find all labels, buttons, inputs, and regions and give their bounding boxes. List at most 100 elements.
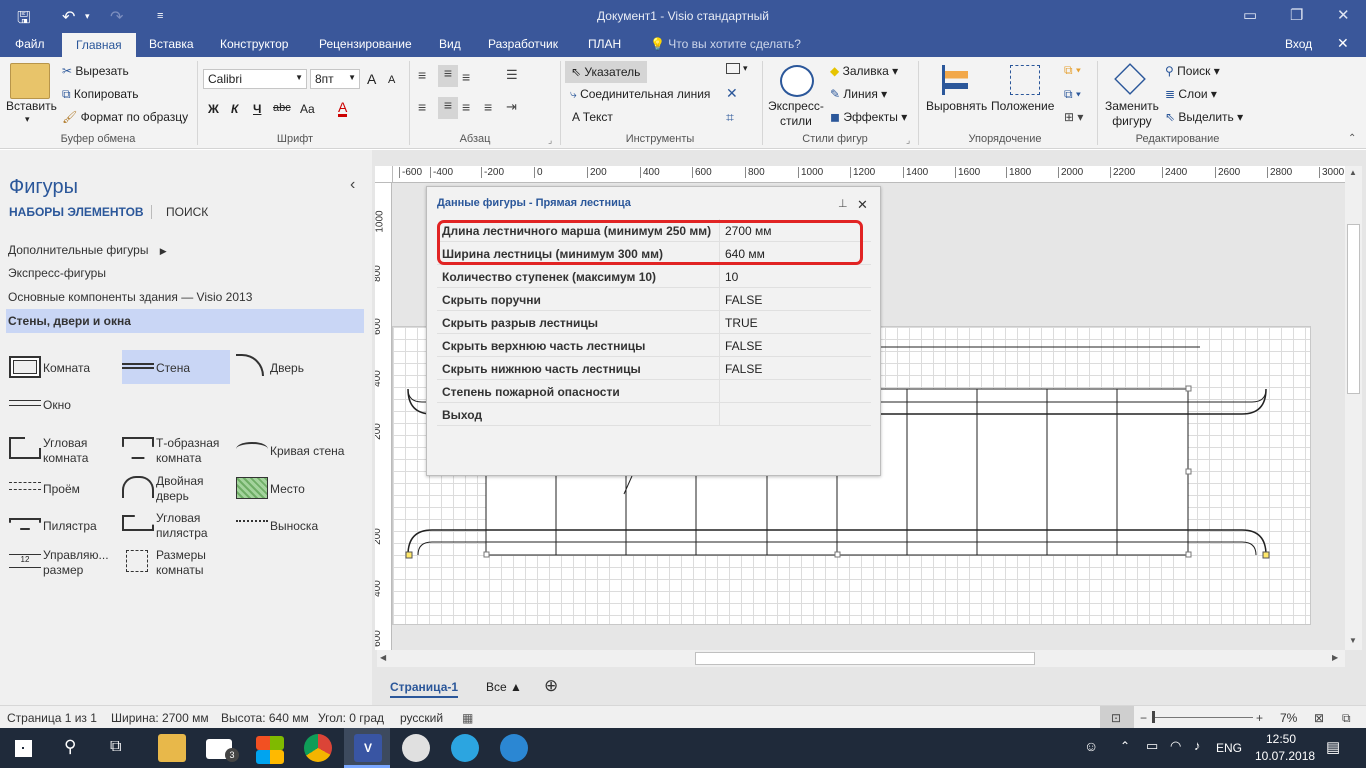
tab-view[interactable]: Вид: [439, 37, 461, 51]
connection-point-icon[interactable]: ✕: [726, 85, 738, 102]
shape-data-row[interactable]: Выход: [437, 403, 871, 426]
find-button[interactable]: ⚲ Поиск ▾: [1165, 64, 1220, 78]
status-page[interactable]: Страница 1 из 1: [7, 711, 97, 725]
shape-data-row[interactable]: Скрыть поручни FALSE: [437, 288, 871, 311]
shape-data-row[interactable]: Степень пожарной опасности: [437, 380, 871, 403]
status-language[interactable]: русский: [400, 711, 443, 725]
room-dimensions-icon[interactable]: [126, 550, 148, 572]
close-window-button[interactable]: ✕: [1337, 6, 1350, 24]
store-icon[interactable]: [256, 736, 284, 750]
shape-data-value[interactable]: TRUE: [725, 316, 758, 330]
tab-search[interactable]: ПОИСК: [166, 205, 208, 219]
justify-icon[interactable]: ≡: [484, 99, 492, 115]
shape-data-value[interactable]: 10: [725, 270, 738, 284]
master-room[interactable]: Комната: [43, 361, 90, 376]
callout-icon[interactable]: [236, 520, 268, 528]
bring-forward-icon[interactable]: ⧉ ▾: [1064, 63, 1081, 78]
rectangle-icon[interactable]: [726, 63, 740, 74]
scroll-up-icon[interactable]: ▲: [1349, 168, 1357, 177]
wifi-icon[interactable]: ◠: [1170, 738, 1181, 754]
tell-me-box[interactable]: 💡 Что вы хотите сделать?: [650, 37, 801, 51]
master-space[interactable]: Место: [270, 482, 305, 497]
corner-pilaster-icon[interactable]: [122, 515, 154, 531]
change-shape-icon[interactable]: [1114, 63, 1146, 95]
font-size-select[interactable]: 8пт ▼: [310, 69, 360, 89]
dimension-icon[interactable]: 12: [9, 554, 41, 568]
align-top-icon[interactable]: ≡: [418, 67, 426, 83]
master-double-door[interactable]: Двойная дверь: [156, 474, 204, 504]
send-backward-icon[interactable]: ⧉ ▾: [1064, 87, 1081, 102]
shape-data-value[interactable]: FALSE: [725, 339, 762, 353]
clock-date[interactable]: 10.07.2018: [1255, 749, 1315, 763]
tray-chevron-up-icon[interactable]: ⌃: [1120, 739, 1130, 753]
stencil-walls-doors-windows[interactable]: Стены, двери и окна: [6, 309, 364, 333]
text-tool-button[interactable]: A Текст: [572, 110, 613, 124]
dialog-launcher-icon[interactable]: ⌟: [548, 135, 552, 146]
tab-stencil-sets[interactable]: НАБОРЫ ЭЛЕМЕНТОВ: [9, 205, 144, 219]
line-button[interactable]: ✎ Линия ▾: [830, 87, 887, 101]
select-button[interactable]: ⇖ Выделить ▾: [1165, 110, 1243, 124]
shape-data-row[interactable]: Скрыть нижнюю часть лестницы FALSE: [437, 357, 871, 380]
zoom-slider-thumb[interactable]: [1152, 711, 1155, 723]
bullets-icon[interactable]: ☰: [506, 67, 518, 83]
volume-icon[interactable]: ♪: [1194, 738, 1201, 753]
file-explorer-icon[interactable]: [158, 734, 186, 762]
tab-design[interactable]: Конструктор: [220, 37, 288, 51]
layers-button[interactable]: ≣ Слои ▾: [1165, 87, 1217, 101]
shape-data-row[interactable]: Скрыть верхнюю часть лестницы FALSE: [437, 334, 871, 357]
wall-icon[interactable]: [122, 363, 154, 369]
stencil-more-shapes[interactable]: Дополнительные фигуры ▶: [8, 243, 167, 257]
master-callout[interactable]: Выноска: [270, 519, 318, 534]
master-l-room[interactable]: Угловая комната: [43, 436, 88, 466]
zoom-level[interactable]: 7%: [1280, 711, 1297, 725]
notifications-icon[interactable]: ▤: [1326, 738, 1340, 756]
curved-wall-icon[interactable]: [236, 442, 268, 456]
task-view-icon[interactable]: ⧉: [110, 738, 121, 756]
space-icon[interactable]: [236, 477, 268, 499]
paste-dropdown-icon[interactable]: ▾: [25, 114, 30, 125]
tab-plan[interactable]: ПЛАН: [588, 37, 621, 51]
position-button[interactable]: Положение: [991, 99, 1054, 113]
indent-icon[interactable]: ⇥: [506, 99, 517, 115]
tab-page-1[interactable]: Страница-1: [390, 680, 459, 698]
position-icon[interactable]: [1010, 65, 1040, 95]
underline-button[interactable]: Ч: [253, 102, 261, 116]
chrome-icon[interactable]: [304, 734, 332, 762]
change-case-button[interactable]: Aa: [300, 102, 315, 116]
fit-page-icon[interactable]: ⊠: [1314, 711, 1324, 725]
scroll-down-icon[interactable]: ▼: [1349, 636, 1357, 645]
master-t-room[interactable]: Т-образная комната: [156, 436, 219, 466]
horizontal-scroll-thumb[interactable]: [695, 652, 1035, 665]
paste-button[interactable]: Вставить: [6, 99, 57, 113]
copy-button[interactable]: ⧉ Копировать: [62, 87, 139, 102]
quick-styles-icon[interactable]: [780, 65, 814, 97]
shape-data-value[interactable]: FALSE: [725, 362, 762, 376]
format-painter-button[interactable]: 🖌 Формат по образцу: [62, 110, 188, 124]
language-indicator[interactable]: ENG: [1216, 741, 1242, 755]
all-pages-button[interactable]: Все ▲: [486, 680, 522, 694]
tab-insert[interactable]: Вставка: [149, 37, 194, 51]
macro-record-icon[interactable]: ▦: [462, 711, 473, 725]
master-room-dimensions[interactable]: Размеры комнаты: [156, 548, 206, 578]
l-room-icon[interactable]: [9, 437, 41, 459]
room-icon[interactable]: [9, 356, 41, 378]
crop-tool-icon[interactable]: ⌗: [726, 109, 734, 126]
paste-icon[interactable]: [10, 63, 50, 99]
master-controller-dimension[interactable]: Управляю... размер: [43, 548, 109, 578]
align-bottom-icon[interactable]: ≡: [462, 69, 470, 85]
vertical-scrollbar[interactable]: ▲ ▼: [1345, 166, 1362, 650]
align-right-icon[interactable]: ≡: [462, 99, 470, 115]
font-color-button[interactable]: A: [338, 100, 348, 117]
clock-time[interactable]: 12:50: [1266, 732, 1296, 746]
font-name-select[interactable]: Calibri ▼: [203, 69, 307, 89]
switch-windows-icon[interactable]: ⧉: [1342, 711, 1351, 726]
battery-icon[interactable]: ▭: [1146, 738, 1158, 754]
align-left-icon[interactable]: ≡: [418, 99, 426, 115]
master-wall[interactable]: Стена: [156, 361, 190, 376]
align-middle-icon[interactable]: ≡: [438, 65, 458, 87]
effects-button[interactable]: ◼ Эффекты ▾: [830, 110, 907, 124]
stencil-quick-shapes[interactable]: Экспресс-фигуры: [8, 266, 106, 280]
shrink-font-button[interactable]: A: [388, 74, 395, 86]
tab-home[interactable]: Главная: [62, 33, 136, 57]
double-door-icon[interactable]: [122, 476, 154, 498]
